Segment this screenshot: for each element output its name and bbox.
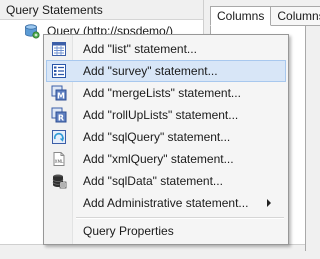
menu-item-label: Add "list" statement... xyxy=(83,42,197,56)
menu-item-add-mergelists[interactable]: M Add "mergeLists" statement... xyxy=(46,82,286,104)
roll-up-lists-icon: R xyxy=(51,107,67,123)
svg-text:XML: XML xyxy=(55,159,64,164)
bottom-bar xyxy=(0,244,305,259)
menu-item-label: Add "sqlQuery" statement... xyxy=(83,130,231,144)
menu-item-add-list[interactable]: Add "list" statement... xyxy=(46,38,286,60)
menu-item-query-properties[interactable]: Query Properties xyxy=(46,220,286,242)
menu-item-label: Add "xmlQuery" statement... xyxy=(83,152,234,166)
tab-columns-2[interactable]: Columns xyxy=(270,6,320,26)
database-icon xyxy=(24,23,40,39)
xml-query-icon: XML xyxy=(51,151,67,167)
svg-text:M: M xyxy=(57,92,65,101)
menu-item-label: Add "rollUpLists" statement... xyxy=(83,108,239,122)
tab-strip: Columns Columns xyxy=(210,6,320,26)
menu-item-add-survey[interactable]: Add "survey" statement... xyxy=(46,60,286,82)
submenu-arrow-icon xyxy=(267,199,271,207)
menu-item-add-sqlquery[interactable]: Add "sqlQuery" statement... xyxy=(46,126,286,148)
sql-query-icon xyxy=(51,129,67,145)
menu-item-add-administrative[interactable]: Add Administrative statement... xyxy=(46,192,286,214)
menu-item-label: Add "sqlData" statement... xyxy=(83,174,223,188)
merge-lists-icon: M xyxy=(51,85,67,101)
panel-title: Query Statements xyxy=(0,0,203,20)
menu-item-label: Add "survey" statement... xyxy=(83,64,218,78)
survey-icon xyxy=(51,63,67,79)
menu-item-label: Add Administrative statement... xyxy=(83,196,249,210)
menu-item-add-xmlquery[interactable]: XML Add "xmlQuery" statement... xyxy=(46,148,286,170)
sql-data-icon xyxy=(51,173,67,189)
menu-item-add-sqldata[interactable]: Add "sqlData" statement... xyxy=(46,170,286,192)
context-menu: Add "list" statement... Add "survey" sta… xyxy=(43,34,289,245)
menu-item-label: Query Properties xyxy=(83,224,174,238)
list-icon xyxy=(51,41,67,57)
menu-item-add-rolluplists[interactable]: R Add "rollUpLists" statement... xyxy=(46,104,286,126)
svg-text:R: R xyxy=(58,114,64,123)
menu-item-label: Add "mergeLists" statement... xyxy=(83,86,241,100)
tab-columns[interactable]: Columns xyxy=(210,6,272,26)
